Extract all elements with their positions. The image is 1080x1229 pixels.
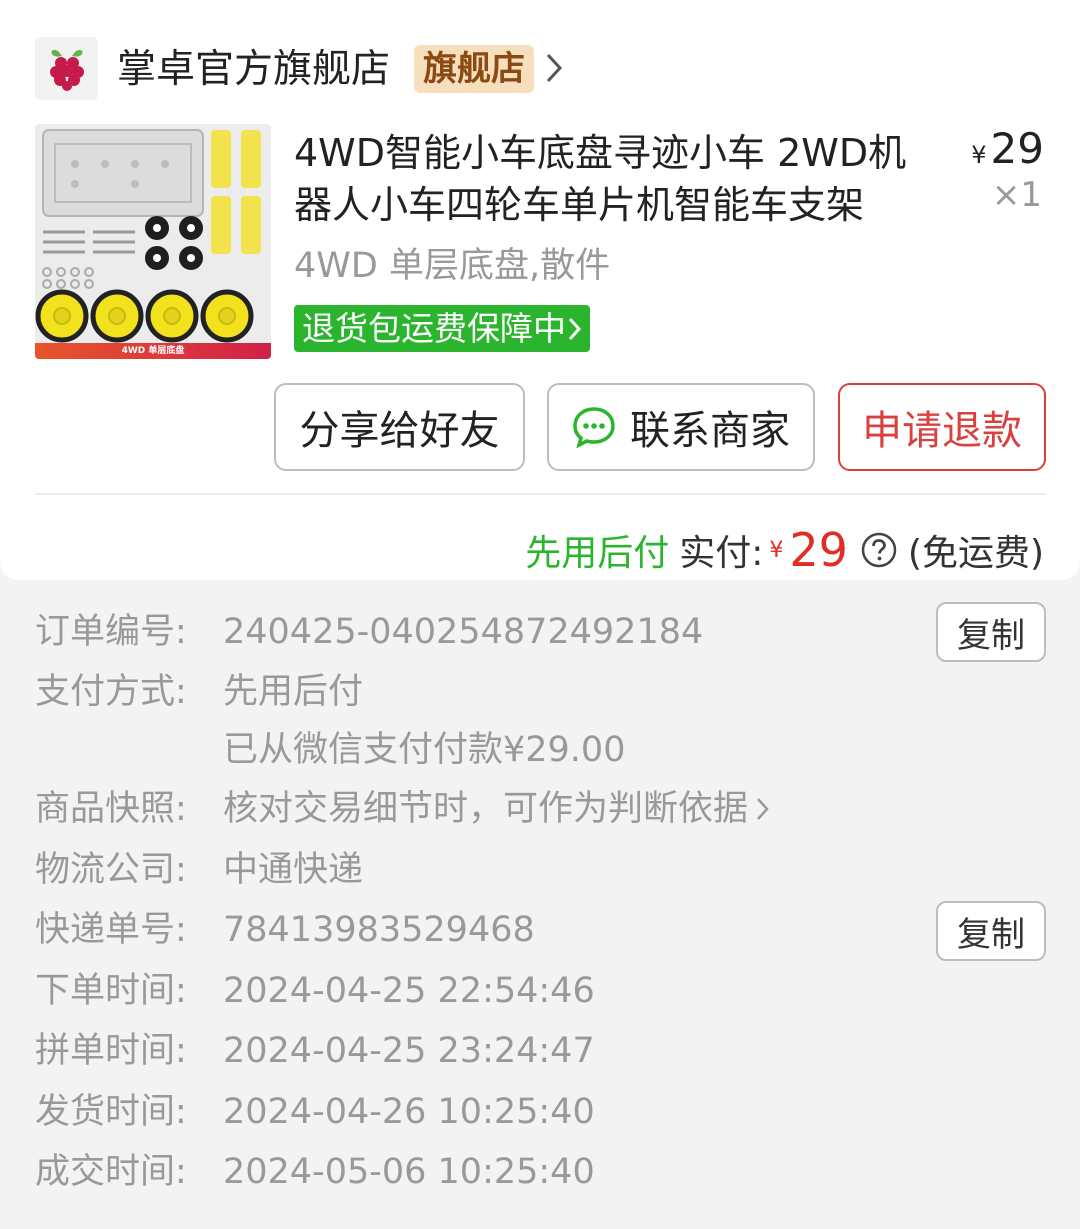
chevron-right-icon[interactable] [545, 52, 563, 88]
copy-tracking-number-button[interactable]: 复制 [936, 901, 1046, 961]
divider [35, 493, 1046, 495]
product-quantity: ×1 [991, 175, 1042, 215]
paid-label: 实付: [679, 533, 764, 574]
price-value: 29 [990, 124, 1044, 173]
snapshot-value[interactable]: 核对交易细节时，可作为判断依据 [223, 784, 748, 834]
group-time-label: 拼单时间: [35, 1031, 187, 1071]
ship-time-row: 发货时间: 2024-04-26 10:25:40 [35, 1087, 595, 1137]
free-shipping-note: (免运费) [907, 533, 1044, 574]
courier-label: 物流公司: [35, 850, 187, 890]
price-currency: ¥ [971, 141, 987, 169]
snapshot-label: 商品快照: [35, 789, 187, 829]
product-sku: 4WD 单层底盘,散件 [294, 246, 611, 286]
ship-time-value: 2024-04-26 10:25:40 [223, 1092, 595, 1132]
product-price: ¥29 [971, 124, 1044, 180]
store-name[interactable]: 掌卓官方旗舰店 [117, 44, 390, 96]
payment-summary: 先用后付 实付: ¥ 29 (免运费) [525, 520, 1044, 580]
raspberry-logo-icon[interactable] [35, 37, 98, 100]
help-icon[interactable] [860, 531, 898, 569]
deal-time-row: 成交时间: 2024-05-06 10:25:40 [35, 1147, 595, 1197]
chevron-right-icon[interactable] [756, 796, 770, 822]
courier-value: 中通快递 [223, 850, 364, 890]
refund-button[interactable]: 申请退款 [838, 383, 1046, 471]
guarantee-label: 退货包运费保障中 [302, 309, 566, 348]
order-time-row: 下单时间: 2024-04-25 22:54:46 [35, 966, 595, 1016]
contact-seller-label: 联系商家 [630, 408, 790, 454]
product-title[interactable]: 4WD智能小车底盘寻迹小车 2WD机器人小车四轮车单片机智能车支架 [294, 127, 934, 231]
order-card: 掌卓官方旗舰店 旗舰店 4WD 单层底盘 4WD智能小车底盘寻迹小车 2WD机器… [0, 0, 1080, 580]
shipping-guarantee-badge[interactable]: 退货包运费保障中 [294, 305, 590, 352]
tracking-row: 快递单号: 78413983529468 [35, 905, 535, 955]
paid-currency: ¥ [769, 537, 784, 563]
snapshot-row[interactable]: 商品快照: 核对交易细节时，可作为判断依据 [35, 784, 770, 834]
order-time-label: 下单时间: [35, 971, 187, 1011]
product-image-banner: 4WD 单层底盘 [35, 343, 271, 359]
chevron-right-icon [568, 317, 582, 340]
deal-time-value: 2024-05-06 10:25:40 [223, 1152, 595, 1192]
paid-amount: 29 [789, 523, 848, 577]
order-number-label: 订单编号: [35, 612, 187, 652]
deal-time-label: 成交时间: [35, 1152, 187, 1192]
pay-later-tag: 先用后付 [525, 533, 670, 574]
product-image[interactable]: 4WD 单层底盘 [35, 124, 271, 359]
order-number-row: 订单编号: 240425-040254872492184 [35, 607, 703, 657]
order-time-value: 2024-04-25 22:54:46 [223, 971, 595, 1011]
tracking-label: 快递单号: [35, 910, 187, 950]
payment-detail: 已从微信支付付款¥29.00 [223, 730, 626, 770]
courier-row: 物流公司: 中通快递 [35, 845, 363, 895]
payment-detail-row: 已从微信支付付款¥29.00 [223, 725, 625, 775]
order-number-value: 240425-040254872492184 [223, 612, 704, 652]
payment-method-label: 支付方式: [35, 672, 187, 712]
group-time-row: 拼单时间: 2024-04-25 23:24:47 [35, 1026, 595, 1076]
store-badge: 旗舰店 [414, 45, 534, 93]
share-button[interactable]: 分享给好友 [274, 383, 525, 471]
copy-order-number-button[interactable]: 复制 [936, 602, 1046, 662]
chat-bubble-icon [573, 407, 615, 449]
contact-seller-button[interactable]: 联系商家 [547, 383, 815, 471]
ship-time-label: 发货时间: [35, 1092, 187, 1132]
group-time-value: 2024-04-25 23:24:47 [223, 1031, 595, 1071]
payment-method-value: 先用后付 [223, 672, 364, 712]
tracking-value: 78413983529468 [223, 910, 535, 950]
payment-method-row: 支付方式: 先用后付 [35, 667, 363, 717]
